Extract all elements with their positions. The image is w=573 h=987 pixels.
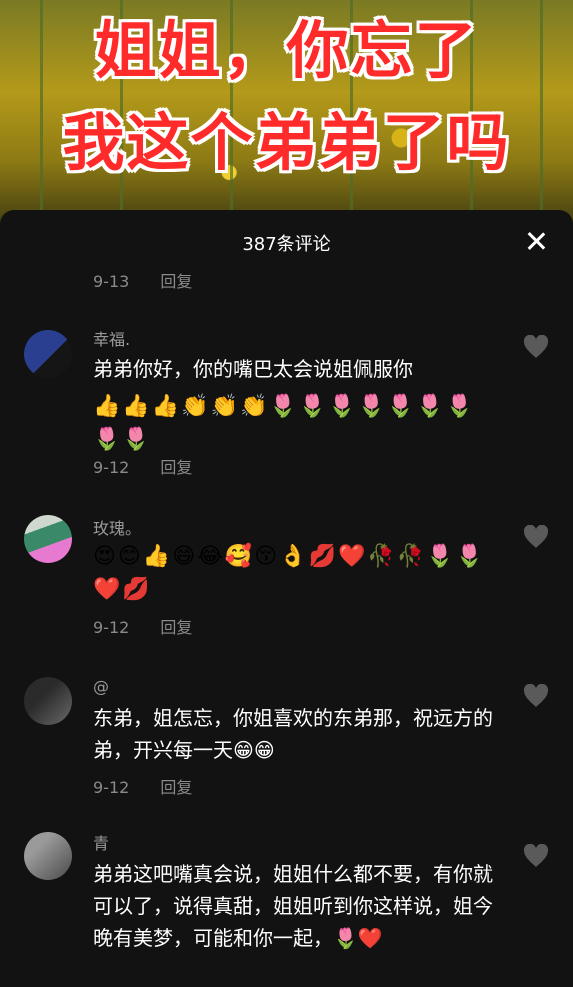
avatar[interactable] — [24, 832, 72, 880]
previous-comment-meta: 9-13 回复 — [93, 268, 192, 292]
avatar[interactable] — [24, 677, 72, 725]
comment-count-title: 387条评论 — [242, 234, 331, 255]
comment-username[interactable]: 青 — [93, 830, 109, 854]
comment-date: 9-12 — [93, 618, 130, 637]
reply-button[interactable]: 回复 — [160, 458, 192, 477]
comment-date: 9-13 — [93, 272, 130, 291]
comment-meta: 9-12 回复 — [93, 614, 192, 638]
comment-text: 弟弟你好，你的嘴巴太会说姐佩服你 — [93, 357, 413, 381]
comment-date: 9-12 — [93, 458, 130, 477]
like-heart-icon[interactable] — [523, 843, 549, 868]
comment-emojis: 😍😊👍😄😂🥰😚👌💋❤️🥀🥀🌷🌷❤️💋 — [93, 544, 485, 602]
video-title-line1: 姐姐，你忘了 — [94, 14, 479, 87]
comment-meta: 9-12 回复 — [93, 774, 192, 798]
comment-username[interactable]: 幸福. — [93, 326, 130, 350]
comment-text: 弟弟这吧嘴真会说，姐姐什么都不要，有你就可以了，说得真甜，姐姐听到你这样说，姐今… — [93, 862, 493, 950]
comment-emojis: 👍👍👍👏👏👏🌷🌷🌷🌷🌷🌷🌷🌷🌷 — [93, 394, 476, 452]
comment-text: 东弟，姐怎忘，你姐喜欢的东弟那，祝远方的弟，开兴每一天😁😁 — [93, 706, 493, 762]
close-icon[interactable] — [525, 230, 547, 252]
avatar[interactable] — [24, 330, 72, 378]
reply-button[interactable]: 回复 — [160, 272, 192, 291]
comment-username[interactable]: @ — [93, 677, 109, 696]
sheet-header: 387条评论 — [0, 210, 573, 270]
like-heart-icon[interactable] — [523, 524, 549, 549]
like-heart-icon[interactable] — [523, 334, 549, 359]
video-background: 姐姐，你忘了 我这个弟弟了吗 — [0, 0, 573, 230]
reply-button[interactable]: 回复 — [160, 778, 192, 797]
comment-meta: 9-12 回复 — [93, 454, 192, 478]
like-heart-icon[interactable] — [523, 683, 549, 708]
reply-button[interactable]: 回复 — [160, 618, 192, 637]
avatar[interactable] — [24, 515, 72, 563]
comments-sheet: 387条评论 9-13 回复 幸福. 弟弟你好，你的嘴巴太会说姐佩服你 👍👍👍👏… — [0, 210, 573, 987]
comment-username[interactable]: 玫瑰。 — [93, 515, 141, 539]
comment-date: 9-12 — [93, 778, 130, 797]
video-title-line2: 我这个弟弟了吗 — [62, 106, 511, 179]
